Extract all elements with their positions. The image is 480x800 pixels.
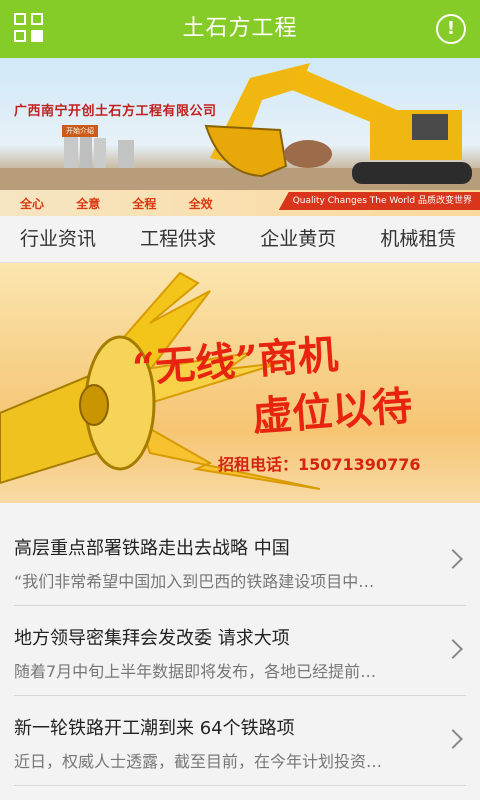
chevron-right-icon [443,639,463,659]
slogan-item: 全心 [20,197,45,211]
slogans: 全心 全意 全程 全效 [20,195,241,212]
news-title: 高层重点部署铁路走出去战略 中国 [14,538,290,559]
tab-project-supply[interactable]: 工程供求 [140,216,216,262]
news-list: 高层重点部署铁路走出去战略 中国 “我们非常希望中国加入到巴西的铁路建设项目中…… [0,516,480,786]
info-icon[interactable]: ! [436,14,466,44]
tagline: Quality Changes The World 品质改变世界 [278,192,480,210]
news-item[interactable]: 高层重点部署铁路走出去战略 中国 “我们非常希望中国加入到巴西的铁路建设项目中… [14,516,466,606]
chevron-right-icon [443,729,463,749]
chevron-right-icon [443,549,463,569]
news-title: 地方领导密集拜会发改委 请求大项 [14,628,290,649]
page-title: 土石方工程 [182,16,298,41]
news-item[interactable]: 新一轮铁路开工潮到来 64个铁路项 近日，权威人士透露，截至目前，在今年计划投资… [14,696,466,786]
slogan-item: 全意 [76,197,101,211]
slogan-item: 全效 [188,197,213,211]
promo-phone: 招租电话：15071390776 [218,455,421,474]
tab-industry-news[interactable]: 行业资讯 [20,216,96,262]
news-title: 新一轮铁路开工潮到来 64个铁路项 [14,718,295,739]
intro-badge: 开始介绍 [62,125,98,137]
news-desc: “我们非常希望中国加入到巴西的铁路建设项目中… [14,572,375,591]
news-desc: 近日，权威人士透露，截至目前，在今年计划投资… [14,752,383,771]
category-tabs: 行业资讯 工程供求 企业黄页 机械租赁 [0,216,480,263]
tab-machinery-rental[interactable]: 机械租赁 [380,216,456,262]
slogan-item: 全程 [132,197,157,211]
news-desc: 随着7月中旬上半年数据即将发布，各地已经提前… [14,662,377,681]
top-banner[interactable]: 广西南宁开创土石方工程有限公司 开始介绍 全心 全意 全程 全效 Quality… [0,58,480,216]
promo-banner[interactable]: “无线”商机 虚位以待 招租电话：15071390776 [0,263,480,503]
app-header: 土石方工程 ! [0,0,480,58]
news-item[interactable]: 地方领导密集拜会发改委 请求大项 随着7月中旬上半年数据即将发布，各地已经提前… [14,606,466,696]
company-name: 广西南宁开创土石方工程有限公司 [14,104,217,119]
tab-yellow-pages[interactable]: 企业黄页 [260,216,336,262]
promo-headline-2: 虚位以待 [250,382,414,441]
